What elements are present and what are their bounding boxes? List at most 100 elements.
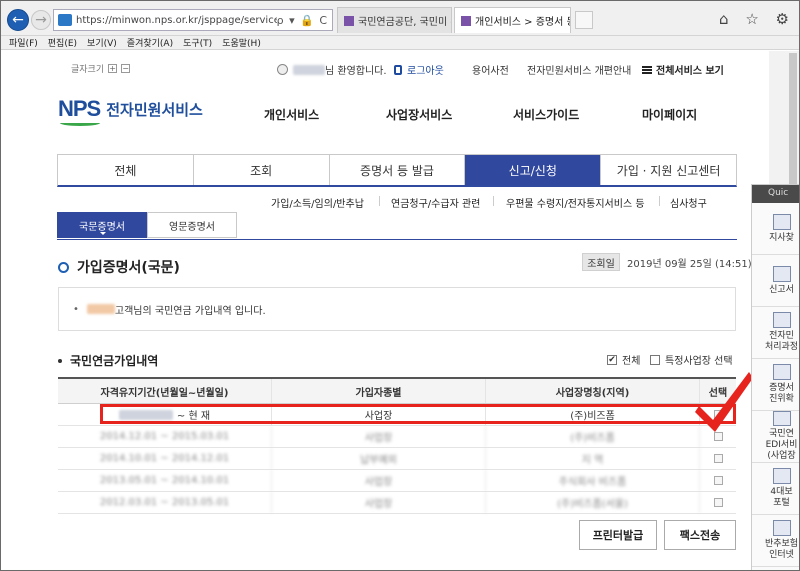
notice-text: 고객님의 국민연금 가입내역 입니다. <box>114 305 266 317</box>
tab-all[interactable]: 전체 <box>58 155 194 185</box>
font-size-label: 글자크기 <box>71 65 105 75</box>
menu-file[interactable]: 파일(F) <box>9 36 38 49</box>
tab-korean-certificate[interactable]: 국문증명서 <box>57 212 147 238</box>
row-select <box>700 492 736 513</box>
section-title-text: 국민연금가입내역 <box>70 354 159 368</box>
gnb-business-services[interactable]: 사업장서비스 <box>386 106 452 123</box>
refund-icon <box>772 520 791 536</box>
check-specific-label: 특정사업장 선택 <box>665 356 733 367</box>
tab-certificate-issue[interactable]: 증명서 등 발급 <box>329 155 466 185</box>
quick-e-process[interactable]: 전자민 처리과정 <box>752 307 799 359</box>
gnb-my-page[interactable]: 마이페이지 <box>642 106 697 123</box>
row-member-type: 사업장 <box>272 492 486 513</box>
font-decrease-button[interactable]: − <box>121 64 131 73</box>
all-services-link[interactable]: 전체서비스 보기 <box>642 62 724 77</box>
row-workplace: 주식회사 비즈폼 <box>486 470 700 491</box>
submenu-join-income[interactable]: 가입/소득/임의/반추납 <box>271 195 364 210</box>
tab-title: 개인서비스 > 증명서 등 발... <box>475 17 570 28</box>
tab-inquiry[interactable]: 조회 <box>193 155 330 185</box>
tab-join-support-center[interactable]: 가입 · 지원 신고센터 <box>601 155 736 185</box>
quick-label: 국민연 EDI서비 (사업장 <box>765 429 798 461</box>
quick-label: 4대보 포털 <box>770 487 793 508</box>
fax-send-button[interactable]: 팩스전송 <box>664 520 736 550</box>
header-period: 자격유지기간(년월일~년월일) <box>58 379 272 403</box>
row-member-type: 사업장 <box>272 426 486 447</box>
certificate-icon <box>772 364 791 380</box>
header-member-type: 가입자종별 <box>272 379 486 403</box>
renewal-guide-link[interactable]: 전자민원서비스 개편안내 <box>527 62 631 77</box>
checkbox-icon[interactable] <box>650 354 660 365</box>
page-title: 가입증명서(국문) <box>58 257 180 277</box>
forward-button[interactable]: → <box>31 10 51 30</box>
submenu-review-request[interactable]: 심사청구 <box>670 195 707 210</box>
browser-menu-bar: 파일(F) 편집(E) 보기(V) 즐겨찾기(A) 도구(T) 도움말(H) <box>1 36 799 50</box>
quick-menu: Quic 지사찾 신고서 전자민 처리과정 증명서 진위확 국민연 EDI서비 … <box>751 184 799 570</box>
quick-refund-internet[interactable]: 반추보험 인터넷 <box>752 515 799 567</box>
checkbox-checked-icon[interactable]: ✔ <box>607 354 617 365</box>
menu-tools[interactable]: 도구(T) <box>183 36 212 49</box>
table-row[interactable]: 2014.10.01 ~ 2014.12.01 납부예외 지 역 <box>58 448 736 470</box>
menu-view[interactable]: 보기(V) <box>87 36 117 49</box>
document-icon <box>772 265 791 282</box>
submenu-divider <box>379 196 380 206</box>
browser-toolbar: ← → https://minwon.nps.or.kr/jsppage/ser… <box>1 1 799 36</box>
portal-icon <box>772 468 791 484</box>
nps-logo[interactable]: NPS 전자민원서비스 <box>58 96 203 126</box>
check-specific-option[interactable]: 특정사업장 선택 <box>650 352 733 367</box>
quick-label: 증명서 진위확 <box>769 383 794 404</box>
table-header: 자격유지기간(년월일~년월일) 가입자종별 사업장명칭(지역) 선택 <box>58 379 736 404</box>
row-workplace: (주)비즈폼 <box>486 426 700 447</box>
tab-title: 국민연금공단, 국민미 주인인... <box>358 17 451 28</box>
browser-window: ← → https://minwon.nps.or.kr/jsppage/ser… <box>0 0 800 571</box>
divider <box>57 239 737 240</box>
font-size-control: 글자크기 + − <box>71 62 131 75</box>
menu-edit[interactable]: 편집(E) <box>48 36 77 49</box>
submenu-pension-claim[interactable]: 연금청구/수급자 관련 <box>391 195 480 210</box>
menu-favorites[interactable]: 즐겨찾기(A) <box>127 36 173 49</box>
browser-tab-2[interactable]: 개인서비스 > 증명서 등 발... × <box>454 7 571 33</box>
arrow-left-icon: ← <box>12 12 24 28</box>
font-increase-button[interactable]: + <box>108 64 118 73</box>
user-greeting: 님 환영합니다. <box>277 62 387 77</box>
quick-cert-verify[interactable]: 증명서 진위확 <box>752 359 799 411</box>
back-button[interactable]: ← <box>7 9 29 31</box>
bullet-icon <box>58 358 62 363</box>
submenu-mail-address[interactable]: 우편물 수령지/전자통지서비스 등 <box>506 195 645 210</box>
glossary-link[interactable]: 용어사전 <box>472 62 509 77</box>
row-workplace: (주)비즈폼(서울) <box>486 492 700 513</box>
gnb-service-guide[interactable]: 서비스가이드 <box>513 106 579 123</box>
check-all-option[interactable]: ✔ 전체 <box>607 352 640 367</box>
submenu-divider <box>493 196 494 206</box>
table-row[interactable]: 2012.03.01 ~ 2013.05.01 사업장 (주)비즈폼(서울) <box>58 492 736 514</box>
table-row[interactable]: 2013.05.01 ~ 2014.10.01 사업장 주식회사 비즈폼 <box>58 470 736 492</box>
print-issue-button[interactable]: 프린터발급 <box>579 520 657 550</box>
quick-branch-finder[interactable]: 지사찾 <box>752 203 799 255</box>
menu-help[interactable]: 도움말(H) <box>222 36 261 49</box>
inquiry-date: 2019년 09월 25일 (14:51) <box>627 259 752 270</box>
quick-label: 반추보험 인터넷 <box>764 539 799 560</box>
tab-favicon-icon <box>461 15 471 26</box>
user-icon <box>277 64 288 75</box>
address-bar[interactable]: https://minwon.nps.or.kr/jsppage/service… <box>53 9 333 31</box>
tab-report-apply[interactable]: 신고/신청 <box>465 155 602 185</box>
quick-label: 지사찾 <box>769 232 794 243</box>
gnb-personal-services[interactable]: 개인서비스 <box>264 106 319 123</box>
table-row[interactable]: 2014.12.01 ~ 2015.03.01 사업장 (주)비즈폼 <box>58 426 736 448</box>
quick-insurance-portal[interactable]: 4대보 포털 <box>752 463 799 515</box>
address-tools[interactable]: ρ ▾ 🔒 C <box>277 14 332 27</box>
membership-table: 자격유지기간(년월일~년월일) 가입자종별 사업장명칭(지역) 선택 ~ 현 재… <box>58 377 736 514</box>
browser-toolbar-icons[interactable]: ⌂ ☆ ⚙ <box>719 10 795 28</box>
blurred-customer-name <box>86 304 115 314</box>
browser-tab-1[interactable]: 국민연금공단, 국민미 주인인... <box>337 7 452 33</box>
logo-text: 전자민원서비스 <box>106 100 203 119</box>
main-category-tabs: 전체 조회 증명서 등 발급 신고/신청 가입 · 지원 신고센터 <box>57 154 737 187</box>
quick-edi-service[interactable]: 국민연 EDI서비 (사업장 <box>752 411 799 463</box>
tab-english-certificate[interactable]: 영문증명서 <box>147 212 237 238</box>
logout-link[interactable]: 로그아웃 <box>394 62 444 77</box>
new-tab-button[interactable] <box>575 11 593 29</box>
row-checkbox[interactable] <box>713 454 723 463</box>
quick-report-forms[interactable]: 신고서 <box>752 255 799 307</box>
row-checkbox[interactable] <box>713 498 723 507</box>
row-checkbox[interactable] <box>713 476 723 485</box>
edi-icon <box>772 411 791 426</box>
